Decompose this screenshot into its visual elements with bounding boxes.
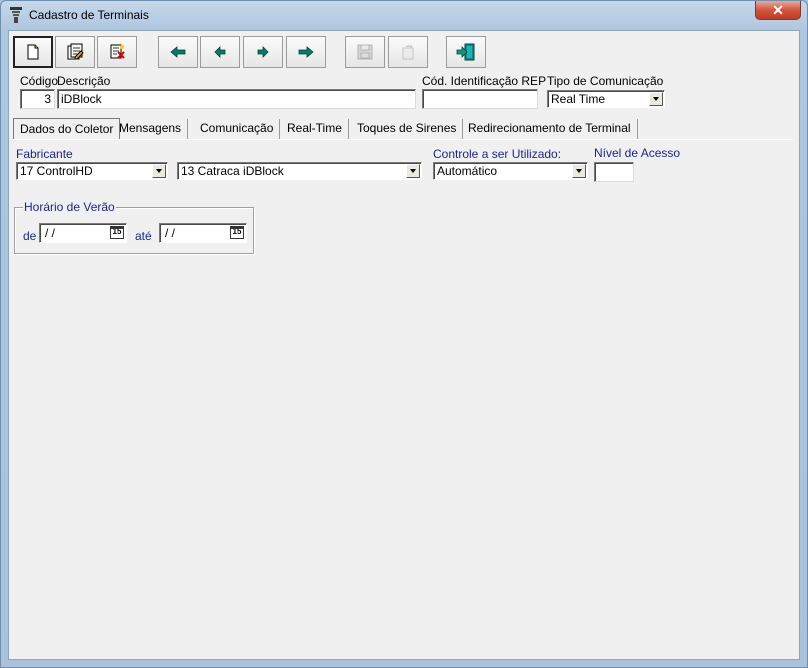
de-date-value: / /	[45, 226, 56, 240]
save-button[interactable]	[345, 36, 385, 68]
modelo-value: 13 Catraca iDBlock	[181, 164, 284, 178]
de-date-input[interactable]: / / 15	[39, 223, 127, 243]
client-area: Código 3 Descrição iDBlock Cód. Identifi…	[8, 30, 800, 660]
ate-date-input[interactable]: / / 15	[159, 223, 247, 243]
ate-date-value: / /	[165, 226, 176, 240]
tab-dados-coletor[interactable]: Dados do Coletor	[13, 118, 121, 140]
tab-divider	[13, 139, 793, 140]
main-window: Cadastro de Terminais ✕ Código 3 Descriç…	[0, 0, 808, 668]
descricao-label: Descrição	[57, 74, 111, 88]
tab-redirecionamento[interactable]: Redirecionamento de Terminal	[462, 119, 638, 139]
fabricante-value: 17 ControlHD	[20, 164, 93, 178]
exit-icon	[456, 43, 475, 61]
last-record-icon	[298, 46, 314, 58]
rep-label: Cód. Identificação REP	[422, 74, 547, 88]
fabricante-select[interactable]: 17 ControlHD	[16, 162, 168, 180]
new-document-icon	[27, 44, 39, 60]
first-record-icon	[170, 46, 186, 58]
codigo-label: Código	[20, 74, 59, 88]
chevron-down-icon[interactable]	[649, 92, 663, 106]
controle-select[interactable]: Automático	[433, 162, 588, 180]
tab-real-time[interactable]: Real-Time	[281, 119, 349, 139]
codigo-input[interactable]: 3	[20, 89, 55, 109]
controle-label: Controle a ser Utilizado:	[433, 147, 562, 161]
title-bar[interactable]: Cadastro de Terminais ✕	[1, 1, 807, 29]
exit-button[interactable]	[446, 36, 486, 68]
nivel-acesso-input[interactable]	[594, 162, 634, 182]
edit-button[interactable]	[55, 36, 95, 68]
edit-icon	[67, 43, 84, 60]
tab-mensagens[interactable]: Mensagens	[113, 119, 189, 139]
modelo-select[interactable]: 13 Catraca iDBlock	[177, 162, 422, 180]
delete-button[interactable]	[97, 36, 137, 68]
chevron-down-icon[interactable]	[572, 164, 586, 178]
window-title: Cadastro de Terminais	[29, 8, 149, 22]
calendar-icon[interactable]: 15	[110, 226, 124, 239]
rep-input[interactable]	[422, 89, 538, 109]
previous-record-button[interactable]	[200, 36, 240, 68]
descricao-input[interactable]: iDBlock	[57, 89, 416, 109]
controle-value: Automático	[437, 164, 498, 178]
delete-icon	[110, 44, 125, 59]
save-icon	[357, 44, 373, 60]
tab-toques-sirenes[interactable]: Toques de Sirenes	[351, 119, 464, 139]
horario-verao-group: Horário de Verão de / / 15 até / / 15	[14, 200, 254, 254]
horario-verao-title: Horário de Verão	[23, 200, 116, 214]
close-icon: ✕	[772, 2, 784, 18]
tab-strip: Dados do Coletor Mensagens Comunicação R…	[13, 118, 797, 140]
de-label: de	[23, 229, 37, 243]
close-button[interactable]: ✕	[755, 1, 801, 20]
next-record-icon	[257, 46, 269, 58]
fabricante-label: Fabricante	[16, 147, 73, 161]
last-record-button[interactable]	[286, 36, 326, 68]
previous-record-icon	[214, 46, 226, 58]
calendar-icon[interactable]: 15	[230, 226, 244, 239]
next-record-button[interactable]	[243, 36, 283, 68]
chevron-down-icon[interactable]	[152, 164, 166, 178]
undo-button[interactable]	[388, 36, 428, 68]
window-bottom-border	[1, 660, 807, 667]
app-icon	[10, 7, 22, 23]
chevron-down-icon[interactable]	[406, 164, 420, 178]
new-button[interactable]	[13, 36, 53, 68]
nivel-acesso-label: Nível de Acesso	[594, 146, 681, 160]
ate-label: até	[135, 229, 152, 243]
first-record-button[interactable]	[158, 36, 198, 68]
tab-comunicacao[interactable]: Comunicação	[194, 119, 281, 139]
comunicacao-value: Real Time	[551, 92, 606, 106]
toolbar	[9, 31, 799, 71]
undo-icon	[402, 44, 414, 60]
comunicacao-label: Tipo de Comunicação	[547, 74, 664, 88]
comunicacao-select[interactable]: Real Time	[547, 90, 665, 108]
